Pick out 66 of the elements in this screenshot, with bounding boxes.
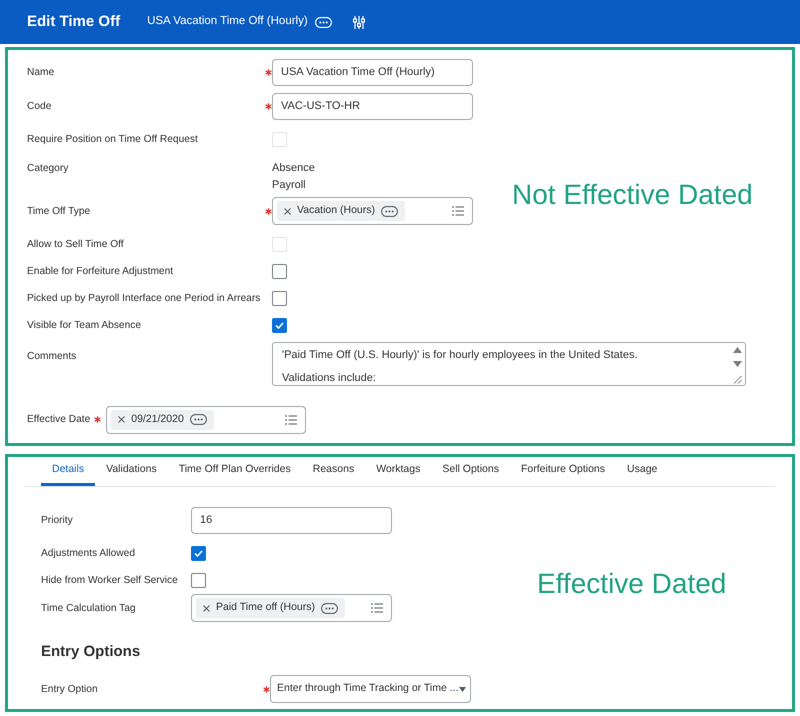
text-input[interactable]: 16	[191, 506, 392, 534]
checkmark-icon	[275, 322, 284, 329]
tab[interactable]: Sell Options	[431, 457, 510, 486]
comment-text: 'Paid Time Off (U.S. Hourly)' is for hourly employees in the United States.	[282, 349, 639, 362]
tab[interactable]: Usage	[616, 457, 668, 486]
field-value: Payroll	[272, 178, 307, 193]
pill-text: Paid Time off (Hours)	[216, 600, 316, 616]
checkbox[interactable]	[272, 318, 287, 333]
close-icon[interactable]	[203, 604, 210, 612]
prompt-field[interactable]: Vacation (Hours)	[272, 197, 473, 225]
annotation-label: Effective Dated	[537, 568, 726, 600]
tab[interactable]: Reasons	[302, 457, 366, 486]
field-label: Enable for Forfeiture Adjustment	[27, 265, 174, 278]
list-icon[interactable]	[285, 414, 298, 424]
close-icon[interactable]	[118, 416, 126, 423]
comments-textarea[interactable]: 'Paid Time Off (U.S. Hourly)' is for hourly employees in the United States. Validations include:	[272, 342, 746, 386]
close-icon[interactable]	[284, 208, 291, 214]
tab[interactable]: Time Off Plan Overrides	[168, 457, 302, 486]
comment-text: Validations include:	[282, 372, 377, 385]
field-label: Hide from Worker Self Service	[41, 574, 179, 587]
prompt-field[interactable]: 09/21/2020	[106, 406, 306, 434]
field-label: Code	[27, 100, 52, 112]
field-label: Visible for Team Absence	[27, 319, 142, 332]
field-label: Priority	[41, 514, 74, 526]
ellipsis-icon[interactable]	[190, 414, 207, 425]
text-input[interactable]: VAC-US-TO-HR	[272, 92, 473, 120]
scroll-up-arrow-icon[interactable]	[732, 347, 742, 353]
field-label: Time Calculation Tag	[41, 602, 137, 614]
section-heading: Entry Options	[41, 642, 142, 662]
sliders-icon[interactable]	[352, 16, 365, 28]
tab[interactable]: Worktags	[365, 457, 432, 486]
field-label: Require Position on Time Off Request	[27, 133, 199, 146]
field-label: Picked up by Payroll Interface one Period in Arrears	[27, 292, 262, 305]
tab[interactable]: Validations	[95, 457, 168, 486]
select-value: Enter through Time Tracking or Time ...	[277, 681, 458, 696]
field-label: Effective Date	[27, 412, 90, 427]
list-icon[interactable]	[371, 603, 383, 613]
field-value: Absence	[272, 161, 315, 176]
field-label: Adjustments Allowed	[41, 547, 136, 560]
text-input[interactable]: USA Vacation Time Off (Hourly)	[272, 58, 473, 86]
checkbox[interactable]	[191, 546, 206, 561]
tab[interactable]: Forfeiture Options	[510, 457, 616, 486]
scroll-down-arrow-icon[interactable]	[732, 360, 742, 366]
list-icon[interactable]	[452, 206, 464, 216]
caret-icon	[458, 686, 466, 692]
pill-text: Vacation (Hours)	[297, 203, 376, 218]
field-label: Allow to Sell Time Off	[27, 238, 125, 251]
checkmark-icon	[194, 550, 203, 557]
field-label: Category	[27, 162, 70, 176]
resize-handle-icon[interactable]	[732, 374, 742, 384]
field-label: Entry Option	[41, 682, 99, 696]
annotation-label: Not Effective Dated	[512, 179, 753, 211]
ellipsis-icon[interactable]	[381, 206, 398, 216]
field-label: Comments	[27, 350, 78, 363]
checkbox[interactable]	[272, 291, 287, 306]
dropdown-select[interactable]: Enter through Time Tracking or Time ...	[270, 675, 471, 703]
record-title: USA Vacation Time Off (Hourly)	[147, 14, 308, 30]
pill-text: 09/21/2020	[131, 412, 184, 427]
prompt-field[interactable]: Paid Time off (Hours)	[191, 594, 392, 622]
field-label: Name	[27, 66, 56, 78]
field-label: Time Off Type	[27, 204, 92, 218]
checkbox[interactable]	[272, 264, 287, 279]
checkbox[interactable]	[191, 573, 206, 588]
ellipsis-icon[interactable]	[321, 602, 338, 614]
tab[interactable]: Details	[41, 457, 96, 486]
page-title: Edit Time Off	[27, 12, 120, 32]
